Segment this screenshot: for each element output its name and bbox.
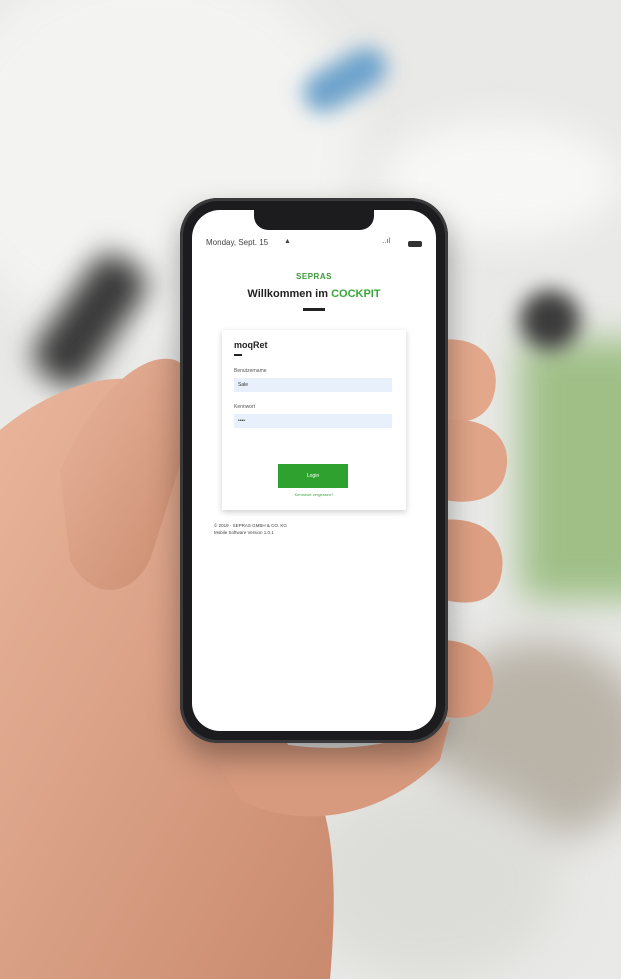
notch bbox=[254, 210, 374, 230]
login-card: moqRet Benutzername Kennwort Login Kennw… bbox=[222, 330, 406, 510]
battery-icon bbox=[408, 241, 422, 247]
welcome-accent: COCKPIT bbox=[331, 288, 381, 300]
title-underline bbox=[303, 308, 325, 311]
smartphone: Monday, Sept. 15 ▲ ..ıl SEPRAS Willkomme… bbox=[180, 198, 448, 743]
location-icon: ▲ bbox=[284, 238, 291, 245]
footer: © 2019 · SEPRAS GMBH & CO. KG Mobile Sof… bbox=[214, 522, 287, 536]
signal-icon: ..ıl bbox=[382, 238, 390, 245]
page-title: Willkommen im COCKPIT bbox=[192, 288, 436, 300]
welcome-text: Willkommen im bbox=[247, 288, 329, 300]
username-input[interactable] bbox=[234, 378, 392, 392]
copyright-text: © 2019 · SEPRAS GMBH & CO. KG bbox=[214, 523, 287, 528]
password-label: Kennwort bbox=[234, 404, 256, 410]
status-time: Monday, Sept. 15 bbox=[206, 238, 269, 247]
password-input[interactable] bbox=[234, 414, 392, 428]
status-bar: Monday, Sept. 15 ▲ ..ıl bbox=[206, 238, 422, 252]
phone-screen: Monday, Sept. 15 ▲ ..ıl SEPRAS Willkomme… bbox=[192, 210, 436, 731]
login-button[interactable]: Login bbox=[278, 464, 348, 488]
version-text: Mobile Software Version 1.0.1 bbox=[214, 530, 274, 535]
card-title: moqRet bbox=[234, 340, 268, 350]
brand-logo: SEPRAS bbox=[296, 272, 332, 281]
forgot-password-link[interactable]: Kennwort vergessen? bbox=[222, 492, 406, 497]
card-title-underline bbox=[234, 354, 242, 356]
username-label: Benutzername bbox=[234, 368, 267, 374]
